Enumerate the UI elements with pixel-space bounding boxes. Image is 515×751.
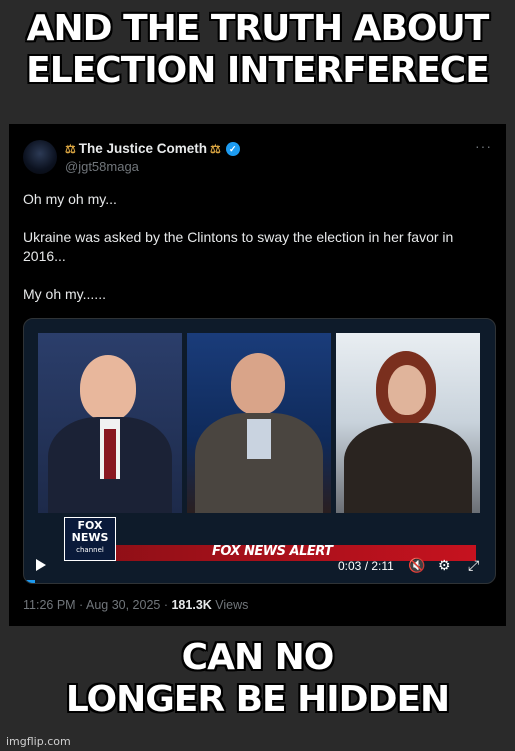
fox-news-logo-text: FOX NEWS — [71, 519, 109, 544]
video-player[interactable]: FOX NEWS ALERT FOX NEWS channel 0:03 / 2… — [23, 318, 496, 584]
play-icon[interactable] — [36, 559, 46, 571]
meme-top-caption: AND THE TRUTH ABOUT ELECTION INTERFERECE — [0, 8, 515, 92]
avatar[interactable] — [23, 140, 57, 174]
author-name-row[interactable]: ⚖ The Justice Cometh ⚖ ✓ — [65, 141, 240, 156]
mute-icon[interactable]: 🔇 — [408, 557, 425, 574]
scales-icon: ⚖ — [210, 141, 221, 156]
tweet-body: Oh my oh my... Ukraine was asked by the … — [23, 190, 493, 304]
verified-badge-icon: ✓ — [225, 141, 240, 156]
author-handle[interactable]: @jgt58maga — [65, 159, 139, 174]
video-progress-bar[interactable] — [24, 580, 35, 583]
imgflip-watermark: imgflip.com — [6, 735, 71, 748]
video-panel-left — [38, 333, 182, 513]
author-name[interactable]: The Justice Cometh — [79, 141, 207, 156]
meme-bottom-line-2: LONGER BE HIDDEN — [65, 679, 450, 720]
video-panel-center — [187, 333, 331, 513]
tweet-timestamp[interactable]: 11:26 PM · Aug 30, 2025 · — [23, 598, 171, 612]
tweet-card[interactable]: ⚖ The Justice Cometh ⚖ ✓ @jgt58maga ··· … — [9, 124, 506, 626]
meme-bottom-caption: CAN NO LONGER BE HIDDEN — [0, 637, 515, 721]
scales-icon: ⚖ — [65, 141, 76, 156]
video-panel-right — [336, 333, 480, 513]
meme-top-line-1: AND THE TRUTH ABOUT — [26, 8, 490, 49]
meme-bottom-line-1: CAN NO — [181, 637, 335, 678]
meme-top-line-2: ELECTION INTERFERECE — [26, 50, 490, 91]
expand-icon[interactable]: ⤢ — [468, 557, 479, 574]
views-label: Views — [211, 598, 249, 612]
tweet-body-line: Ukraine was asked by the Clintons to swa… — [23, 229, 454, 264]
tweet-body-line: My oh my...... — [23, 286, 106, 302]
video-time: 0:03 / 2:11 — [338, 559, 394, 573]
gear-icon[interactable]: ⚙ — [438, 557, 451, 574]
views-count: 181.3K — [171, 598, 212, 612]
tweet-body-line: Oh my oh my... — [23, 191, 117, 207]
video-controls: 0:03 / 2:11 🔇 ⚙ ⤢ — [24, 551, 495, 581]
tweet-meta: 11:26 PM · Aug 30, 2025 · 181.3K Views — [23, 598, 248, 612]
more-options-icon[interactable]: ··· — [475, 138, 492, 154]
